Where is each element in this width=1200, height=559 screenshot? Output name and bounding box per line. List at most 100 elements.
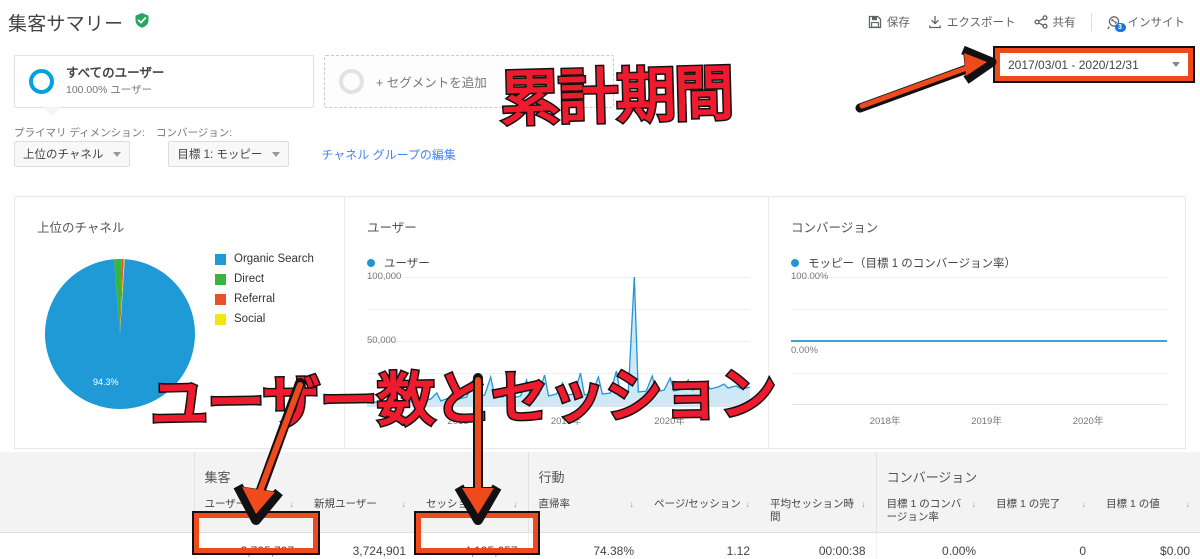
x-tick-label: 2019年	[971, 416, 1002, 427]
share-icon	[1033, 15, 1048, 29]
conversion-plot[interactable]: 100.00% 0.00% 2018年 2019年 2020年	[791, 271, 1167, 427]
add-segment-ring-icon	[339, 69, 364, 94]
cell-sessions: 4,195,657	[416, 532, 529, 559]
sort-arrow-icon: ↓	[629, 499, 635, 509]
cell-goal1-conversion-rate: 0.00%	[875, 532, 987, 559]
dimension-bar: プライマリ ディメンション: コンバージョン: 上位のチャネル 目標 1: モッ…	[14, 125, 914, 171]
chevron-down-icon	[113, 151, 122, 157]
legend-label: モッピー（目標 1 のコンバージョン率）	[808, 258, 1017, 270]
table-group-header-row: 集客 行動 コンバージョン	[0, 452, 1200, 492]
chevron-down-icon	[1172, 62, 1180, 67]
header-actions: 保存 エクスポート 共有 3 インサイト	[859, 12, 1194, 32]
sort-arrow-icon: ↓	[861, 499, 866, 509]
group-conversion: コンバージョン	[875, 452, 1200, 492]
insights-button[interactable]: 3 インサイト	[1098, 12, 1195, 32]
primary-dimension-select[interactable]: 上位のチャネル	[14, 141, 131, 167]
column-header-sessions[interactable]: セッション ↓	[416, 492, 529, 533]
export-icon	[928, 15, 942, 29]
conversion-value: 目標 1: モッピー	[177, 149, 263, 161]
users-plot[interactable]: 100,000 50,000 2018年 2019年 2020年	[367, 271, 750, 427]
legend-label: Organic Search	[234, 253, 314, 265]
save-button[interactable]: 保存	[859, 12, 919, 32]
date-range-selector[interactable]: 2017/03/01 - 2020/12/31	[1000, 53, 1188, 76]
pie-chart[interactable]	[44, 258, 195, 410]
header-divider	[1090, 13, 1092, 31]
x-tick-label: 2019年	[550, 416, 582, 427]
segment-all-users[interactable]: すべてのユーザー 100.00% ユーザー	[14, 55, 314, 116]
ga-acquisition-overview: 集客サマリー 保存 エクスポート 共有 3 インサイト すべてのユーザー 100…	[0, 0, 1200, 559]
group-behavior: 行動	[527, 452, 877, 492]
pie-data-label: 94.3%	[93, 377, 119, 387]
sort-arrow-icon: ↓	[289, 499, 295, 509]
add-segment-button[interactable]: + セグメントを追加	[324, 55, 614, 108]
cell-avg-session-duration: 00:00:38	[760, 532, 877, 559]
legend-swatch	[215, 293, 226, 305]
users-title: ユーザー	[367, 221, 417, 235]
column-header-goal1-conversion-rate[interactable]: 目標 1 のコンバージョン率 ↓	[875, 492, 987, 533]
column-header-avg-session-duration[interactable]: 平均セッション時間 ↓	[760, 492, 877, 533]
conversion-title: コンバージョン	[791, 221, 879, 235]
column-header-goal1-completions[interactable]: 目標 1 の完了 ↓	[986, 492, 1097, 533]
page-title-text: 集客サマリー	[8, 14, 124, 35]
legend-item: Referral	[215, 293, 314, 305]
users-sparkline	[367, 277, 750, 407]
primary-dimension-value: 上位のチャネル	[23, 149, 104, 161]
column-header-goal1-value[interactable]: 目標 1 の値 ↓	[1096, 492, 1200, 533]
share-button[interactable]: 共有	[1025, 12, 1085, 32]
legend-swatch	[215, 253, 226, 265]
add-segment-label: + セグメントを追加	[376, 76, 487, 90]
conversion-card: コンバージョン モッピー（目標 1 のコンバージョン率） 100.00% 0.0…	[769, 197, 1185, 448]
top-channels-title: 上位のチャネル	[37, 221, 125, 235]
sort-arrow-icon: ↓	[401, 499, 407, 509]
save-label: 保存	[886, 17, 910, 29]
x-tick-label: 2018年	[447, 416, 479, 427]
chart-cards: 上位のチャネル 94.3% Organic Search Direct Refe…	[14, 196, 1186, 449]
legend-label: ユーザー	[384, 258, 430, 270]
pie-legend: Organic Search Direct Referral Social	[215, 253, 314, 333]
cell-new-users: 3,724,901	[304, 532, 416, 559]
save-icon	[868, 15, 882, 29]
sort-arrow-icon: ↓	[1081, 499, 1087, 509]
primary-dimension-label: プライマリ ディメンション:	[14, 127, 146, 139]
legend-item: Social	[215, 313, 314, 325]
segment-pointer	[43, 107, 61, 116]
cell-users: 3,725,707	[193, 532, 304, 559]
cell-bounce-rate: 74.38%	[527, 532, 645, 559]
export-label: エクスポート	[946, 17, 1016, 29]
cell-goal1-value: $0.00	[1096, 532, 1200, 559]
legend-swatch	[215, 273, 226, 285]
metrics-table: 集客 行動 コンバージョン ユーザー ↓ 新規ユーザー ↓ セッション ↓ 直帰率 ↓ …	[0, 452, 1200, 559]
insights-label: インサイト	[1127, 17, 1186, 29]
group-acquisition: 集客	[193, 452, 529, 492]
column-header-pages-per-session[interactable]: ページ/セッション ↓	[644, 492, 761, 533]
legend-item: Direct	[215, 273, 314, 285]
edit-channel-group-link[interactable]: チャネル グループの編集	[321, 146, 456, 163]
page-title: 集客サマリー	[8, 9, 149, 36]
segment-subtitle: 100.00% ユーザー	[66, 83, 153, 96]
conversion-label: コンバージョン:	[156, 127, 233, 139]
legend-label: Referral	[234, 293, 275, 305]
users-card: ユーザー ユーザー 100,000 50,000 2018年 2019年 202…	[345, 197, 769, 448]
x-tick-label: 2020年	[1072, 416, 1104, 427]
legend-item: Organic Search	[215, 253, 314, 265]
sort-arrow-icon: ↓	[513, 499, 518, 509]
column-header-bounce-rate[interactable]: 直帰率 ↓	[527, 492, 645, 533]
export-button[interactable]: エクスポート	[919, 12, 1025, 32]
column-header-new-users[interactable]: 新規ユーザー ↓	[304, 492, 416, 533]
column-header-users[interactable]: ユーザー ↓	[193, 492, 304, 533]
sort-arrow-icon: ↓	[971, 499, 977, 509]
conversion-legend: モッピー（目標 1 のコンバージョン率）	[791, 255, 1016, 271]
table-row[interactable]: 3,725,707 3,724,901 4,195,657 74.38% 1.1…	[0, 532, 1200, 559]
cell-label	[0, 532, 194, 559]
conversion-select[interactable]: 目標 1: モッピー	[168, 141, 290, 167]
conversion-sparkline	[791, 340, 1167, 342]
insights-badge: 3	[1114, 22, 1126, 32]
page-header: 集客サマリー 保存 エクスポート 共有 3 インサイト	[0, 0, 1200, 42]
segment-ring-icon	[29, 69, 54, 94]
date-range-value: 2017/03/01 - 2020/12/31	[1008, 57, 1139, 72]
cell-goal1-completions: 0	[986, 532, 1097, 559]
table-header-row: ユーザー ↓ 新規ユーザー ↓ セッション ↓ 直帰率 ↓ ページ/セッション ↓ 平均セ…	[0, 492, 1200, 533]
share-label: 共有	[1052, 17, 1076, 29]
group-empty	[0, 452, 194, 492]
chevron-down-icon	[272, 151, 281, 157]
